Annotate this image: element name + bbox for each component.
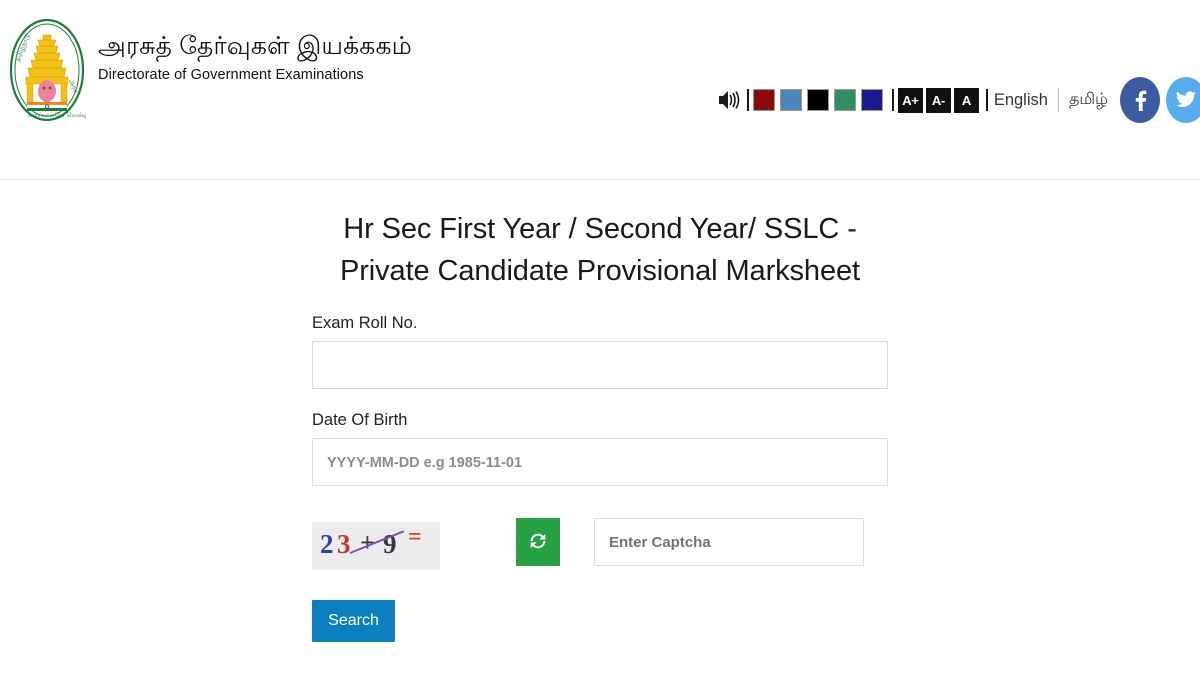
- tamil-nadu-government-emblem-icon: தமிழ்நாடு அரசு வாய்மையே வெல்லும்: [8, 18, 96, 122]
- exam-roll-no-label: Exam Roll No.: [312, 314, 418, 333]
- exam-roll-no-input[interactable]: [312, 341, 888, 390]
- theme-swatch-dark-red[interactable]: [752, 89, 775, 111]
- captcha-char-2: 3: [337, 529, 351, 560]
- toolbar-divider-2: [891, 89, 894, 111]
- captcha-image: 2 3 + 9 =: [312, 522, 440, 571]
- theme-swatch-sea-green[interactable]: [833, 89, 856, 111]
- font-size-reset-button[interactable]: A: [953, 87, 979, 113]
- toolbar-divider-1: [746, 89, 749, 111]
- brand-text: அரசுத் தேர்வுகள் இயக்ககம் Directorate of…: [98, 18, 412, 83]
- language-link-english[interactable]: English: [992, 91, 1050, 110]
- captcha-refresh-button[interactable]: [516, 518, 560, 567]
- theme-swatch-steel-blue[interactable]: [779, 89, 802, 111]
- theme-swatch-black[interactable]: [806, 89, 829, 111]
- facebook-icon[interactable]: [1120, 77, 1160, 123]
- svg-text:வாய்மையே வெல்லும்: வாய்மையே வெல்லும்: [28, 111, 86, 119]
- date-of-birth-label: Date Of Birth: [312, 411, 408, 430]
- date-of-birth-input[interactable]: [312, 438, 888, 487]
- main-content: Hr Sec First Year / Second Year/ SSLC - …: [0, 180, 1200, 643]
- marksheet-search-form: Exam Roll No. Date Of Birth 2 3 + 9 =: [312, 314, 888, 643]
- font-size-decrease-button[interactable]: A-: [925, 87, 951, 113]
- theme-swatch-navy-blue[interactable]: [860, 89, 883, 111]
- search-button[interactable]: Search: [312, 600, 395, 643]
- captcha-equals: =: [408, 524, 422, 551]
- site-header: தமிழ்நாடு அரசு வாய்மையே வெல்லும் அரசுத் …: [0, 0, 1200, 180]
- speaker-sound-icon[interactable]: [716, 88, 742, 112]
- brand-title-tamil: அரசுத் தேர்வுகள் இயக்ககம்: [98, 32, 412, 60]
- accessibility-toolbar: A+ A- A English தமிழ்: [716, 77, 1200, 123]
- captcha-row: 2 3 + 9 =: [312, 518, 888, 571]
- language-divider: [1057, 88, 1059, 112]
- brand-title-english: Directorate of Government Examinations: [98, 66, 364, 83]
- refresh-sync-icon: [527, 530, 549, 555]
- captcha-input[interactable]: [594, 518, 864, 567]
- captcha-char-1: 2: [320, 529, 334, 560]
- brand-block: தமிழ்நாடு அரசு வாய்மையே வெல்லும் அரசுத் …: [8, 18, 412, 122]
- toolbar-divider-3: [985, 89, 988, 111]
- font-size-increase-button[interactable]: A+: [897, 87, 923, 113]
- language-link-tamil[interactable]: தமிழ்: [1067, 90, 1110, 110]
- twitter-bird-icon[interactable]: [1166, 77, 1200, 123]
- page-title: Hr Sec First Year / Second Year/ SSLC - …: [340, 213, 860, 288]
